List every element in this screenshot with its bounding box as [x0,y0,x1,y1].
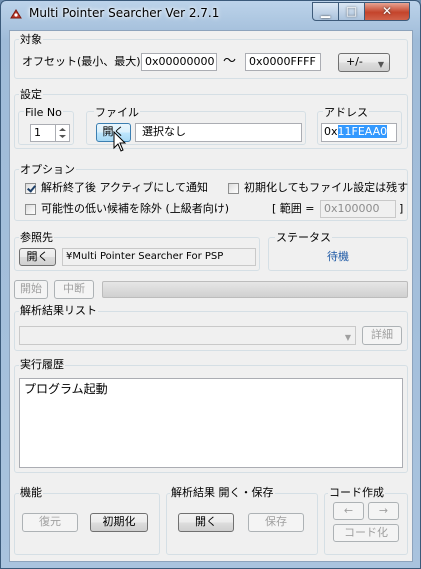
offset-label: オフセット(最小、最大) [22,55,141,68]
reference-path-input[interactable]: ¥Multi Pointer Searcher For PSP [62,248,256,266]
progress-bar [102,281,408,298]
keep-settings-label[interactable]: 初期化してもファイル設定は残す [244,181,408,195]
title-bar[interactable]: Multi Pointer Searcher Ver 2.7.1 ▁ □ ✕ [1,1,420,27]
code-prev-button[interactable]: ← [333,502,364,520]
window-title: Multi Pointer Searcher Ver 2.7.1 [29,6,220,20]
result-save-button[interactable]: 保存 [248,513,304,532]
offset-min-input[interactable]: 0x00000000 [141,53,217,71]
result-open-button[interactable]: 開く [178,513,234,532]
spinner-arrows-icon [59,128,66,138]
stop-button[interactable]: 中断 [54,280,94,299]
code-group-label: コード作成 [328,486,385,499]
maximize-button[interactable]: □ [338,2,365,21]
fileno-value: 1 [34,126,41,139]
chevron-down-icon: ▼ [377,60,384,69]
details-button[interactable]: 詳細 [362,326,402,345]
keep-settings-checkbox[interactable] [228,183,239,194]
range-prefix: [ 範囲 = [272,202,315,215]
restore-button[interactable]: 復元 [22,513,78,532]
client-area: 対象 オフセット(最小、最大) 0x00000000 〜 0x0000FFFF … [9,30,413,562]
initialize-button[interactable]: 初期化 [90,513,148,532]
left-arrow-icon: ← [343,504,354,517]
reference-group-label: 参照先 [19,231,54,244]
functions-group-label: 機能 [19,486,43,499]
plusminus-label: +/- [346,55,363,68]
code-next-button[interactable]: → [368,502,399,520]
offset-tilde: 〜 [223,54,237,69]
exclude-label[interactable]: 可能性の低い候補を除外 (上級者向け) [41,202,229,216]
address-input[interactable]: 0x11FEAA0 [321,123,397,142]
plusminus-dropdown[interactable]: +/- ▼ [338,53,390,72]
resultfile-group-label: 解析結果 開く・保存 [170,486,275,499]
right-arrow-icon: → [378,504,389,517]
results-group-label: 解析結果リスト [19,304,98,317]
address-label: アドレス [323,106,369,119]
minimize-button[interactable]: ▁ [312,2,339,21]
minimize-icon: ▁ [320,4,331,18]
codify-button[interactable]: コード化 [333,524,399,542]
mouse-cursor-icon [113,131,127,152]
main-window: Multi Pointer Searcher Ver 2.7.1 ▁ □ ✕ 対… [0,0,421,569]
history-log[interactable]: プログラム起動 [19,378,403,468]
options-group-label: オプション [19,163,76,176]
range-input[interactable]: 0x100000 [320,200,396,218]
status-value: 待機 [327,250,349,263]
history-group-label: 実行履歴 [19,358,65,371]
file-label: ファイル [94,106,140,119]
notify-label[interactable]: 解析終了後 アクティブにして通知 [41,181,208,195]
status-group-label: ステータス [275,231,332,244]
fileno-label: File No [24,106,63,119]
start-button[interactable]: 開始 [14,280,48,299]
app-icon [10,9,22,19]
range-suffix: ] [399,202,404,215]
target-group-label: 対象 [19,33,43,46]
address-selected-text: 11FEAA0 [337,125,388,138]
close-button[interactable]: ✕ [364,2,410,21]
history-line: プログラム起動 [24,382,108,396]
file-path-input[interactable]: 選択なし [135,123,302,142]
results-combobox[interactable]: ▼ [19,326,356,345]
address-prefix: 0x [324,125,338,138]
chevron-down-icon: ▼ [344,333,351,342]
exclude-checkbox[interactable] [25,204,36,215]
fileno-spinner[interactable]: 1 [30,124,70,142]
settings-group-label: 設定 [19,88,43,101]
close-icon: ✕ [381,4,393,18]
reference-open-button[interactable]: 開く [19,248,56,266]
notify-checkbox[interactable] [25,183,36,194]
offset-max-input[interactable]: 0x0000FFFF [245,53,321,71]
spinner-buttons[interactable] [55,125,69,141]
maximize-icon: □ [345,4,358,18]
